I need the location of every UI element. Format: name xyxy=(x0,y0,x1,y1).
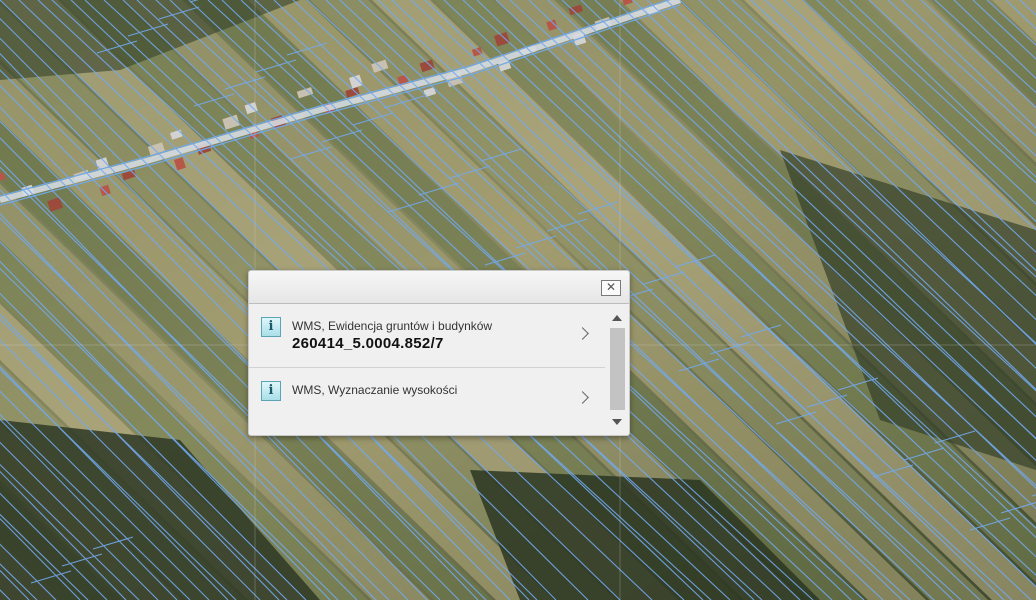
chevron-right-icon[interactable] xyxy=(576,391,589,404)
scroll-down-arrow-icon[interactable] xyxy=(612,419,622,425)
result-item[interactable]: i WMS, Wyznaczanie wysokości xyxy=(249,368,605,431)
result-source-title: WMS, Ewidencja gruntów i budynków xyxy=(292,319,493,333)
info-icon: i xyxy=(261,381,281,401)
info-icon: i xyxy=(261,317,281,337)
feature-info-popup: ✕ i WMS, Ewidencja gruntów i budynków 26… xyxy=(248,270,630,436)
close-icon: ✕ xyxy=(605,280,617,294)
result-item[interactable]: i WMS, Ewidencja gruntów i budynków 2604… xyxy=(249,304,605,368)
close-button[interactable]: ✕ xyxy=(601,280,621,296)
parcel-id-value: 260414_5.0004.852/7 xyxy=(292,335,444,352)
result-source-title: WMS, Wyznaczanie wysokości xyxy=(292,383,458,397)
results-list: i WMS, Ewidencja gruntów i budynków 2604… xyxy=(249,304,605,434)
scroll-up-arrow-icon[interactable] xyxy=(612,315,622,321)
scroll-thumb[interactable] xyxy=(610,328,625,410)
chevron-right-icon[interactable] xyxy=(576,327,589,340)
popup-header: ✕ xyxy=(249,271,629,304)
scrollbar[interactable] xyxy=(608,309,625,429)
